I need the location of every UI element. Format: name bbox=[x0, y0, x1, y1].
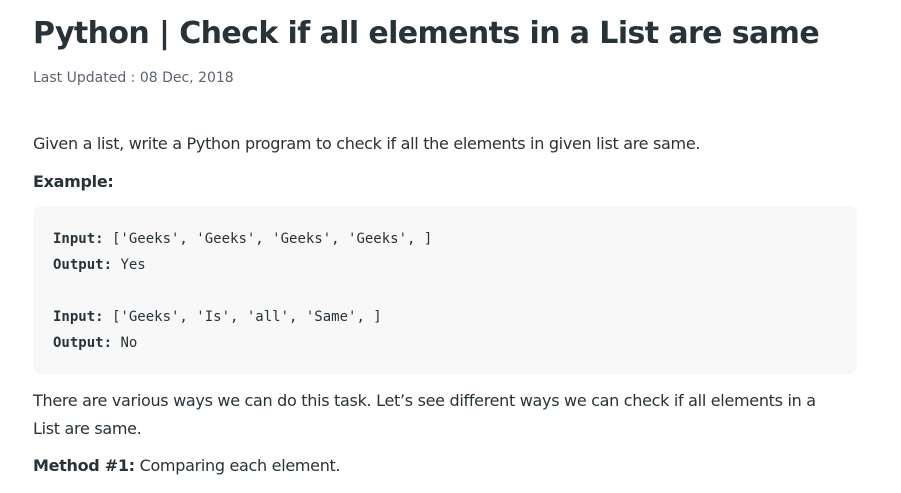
intro-paragraph: Given a list, write a Python program to … bbox=[33, 134, 701, 153]
method-label: Method #1: bbox=[33, 456, 135, 475]
code-value: ['Geeks', 'Is', 'all', 'Same', ] bbox=[103, 309, 382, 325]
method-text: Comparing each element. bbox=[134, 456, 341, 475]
code-value: Yes bbox=[112, 257, 146, 273]
last-updated-date: Last Updated : 08 Dec, 2018 bbox=[33, 70, 234, 86]
code-value: No bbox=[112, 335, 138, 351]
code-key: Output: bbox=[53, 257, 113, 273]
code-key: Input: bbox=[53, 231, 104, 247]
body-paragraph: There are various ways we can do this ta… bbox=[33, 391, 816, 438]
code-key: Output: bbox=[53, 335, 113, 351]
method-heading: Method #1: Comparing each element. bbox=[33, 456, 341, 476]
code-line: Output: No bbox=[53, 330, 837, 356]
page-title: Python | Check if all elements in a List… bbox=[33, 16, 820, 51]
code-line: Input: ['Geeks', 'Is', 'all', 'Same', ] bbox=[53, 304, 837, 330]
code-value: ['Geeks', 'Geeks', 'Geeks', 'Geeks', ] bbox=[103, 231, 433, 247]
code-line: Output: Yes bbox=[53, 252, 837, 278]
example-heading: Example: bbox=[33, 172, 114, 191]
code-line: Input: ['Geeks', 'Geeks', 'Geeks', 'Geek… bbox=[53, 226, 837, 252]
code-block: Input: ['Geeks', 'Geeks', 'Geeks', 'Geek… bbox=[33, 206, 857, 374]
code-key: Input: bbox=[53, 309, 104, 325]
